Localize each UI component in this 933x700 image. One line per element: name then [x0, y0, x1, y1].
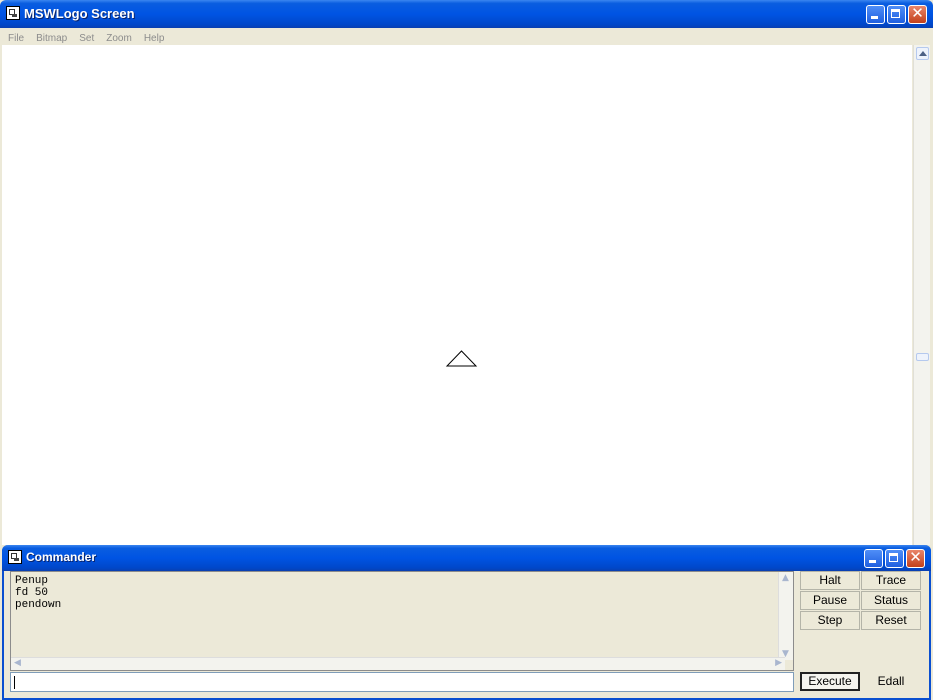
scroll-up-button[interactable] [916, 47, 929, 60]
history-horizontal-scrollbar[interactable]: ◀ ▶ [11, 657, 785, 670]
history-line[interactable]: pendown [11, 599, 61, 611]
reset-button[interactable]: Reset [861, 611, 921, 630]
scroll-thumb[interactable] [916, 353, 929, 361]
execute-button[interactable]: Execute [800, 672, 860, 691]
commander-maximize-button[interactable] [885, 549, 904, 568]
canvas-vertical-scrollbar[interactable] [913, 45, 930, 545]
maximize-icon [891, 9, 900, 18]
turtle-icon [445, 350, 478, 367]
scroll-up-icon [919, 51, 927, 56]
close-icon: ✕ [911, 4, 924, 22]
minimize-button[interactable] [866, 5, 885, 24]
commander-minimize-button[interactable] [864, 549, 883, 568]
commander-titlebar[interactable]: Commander ✕ [2, 545, 931, 571]
scroll-left-icon: ◀ [14, 658, 21, 668]
pause-button[interactable]: Pause [800, 591, 860, 610]
close-icon: ✕ [909, 548, 922, 566]
status-button[interactable]: Status [861, 591, 921, 610]
history-line[interactable]: Penup [11, 575, 61, 587]
commander-close-button[interactable]: ✕ [906, 549, 925, 568]
trace-button[interactable]: Trace [861, 571, 921, 590]
minimize-icon [869, 560, 876, 563]
commander-window: Commander ✕ Penup fd 50 pendown ▲ ▼ ◀ ▶ … [2, 545, 931, 700]
scroll-up-icon: ▲ [782, 573, 789, 583]
step-button[interactable]: Step [800, 611, 860, 630]
commander-title: Commander [26, 550, 97, 564]
scroll-right-icon: ▶ [775, 658, 782, 668]
close-button[interactable]: ✕ [908, 5, 927, 24]
main-titlebar[interactable]: MSWLogo Screen ✕ [0, 0, 933, 28]
app-icon[interactable] [6, 6, 20, 20]
command-history[interactable]: Penup fd 50 pendown ▲ ▼ ◀ ▶ [10, 571, 794, 671]
mswlogo-screen-window: MSWLogo Screen ✕ File Bitmap Set Zoom Help [0, 0, 933, 545]
edall-button[interactable]: Edall [861, 672, 921, 691]
history-line[interactable]: fd 50 [11, 587, 61, 599]
halt-button[interactable]: Halt [800, 571, 860, 590]
command-input[interactable] [10, 672, 794, 692]
maximize-icon [889, 553, 898, 562]
text-caret [14, 676, 15, 689]
maximize-button[interactable] [887, 5, 906, 24]
minimize-icon [871, 16, 878, 19]
menu-bar: File Bitmap Set Zoom Help [2, 28, 931, 45]
drawing-canvas[interactable] [2, 45, 912, 545]
window-title: MSWLogo Screen [24, 6, 135, 21]
history-vertical-scrollbar[interactable]: ▲ ▼ [778, 572, 793, 660]
commander-app-icon[interactable] [8, 550, 22, 564]
